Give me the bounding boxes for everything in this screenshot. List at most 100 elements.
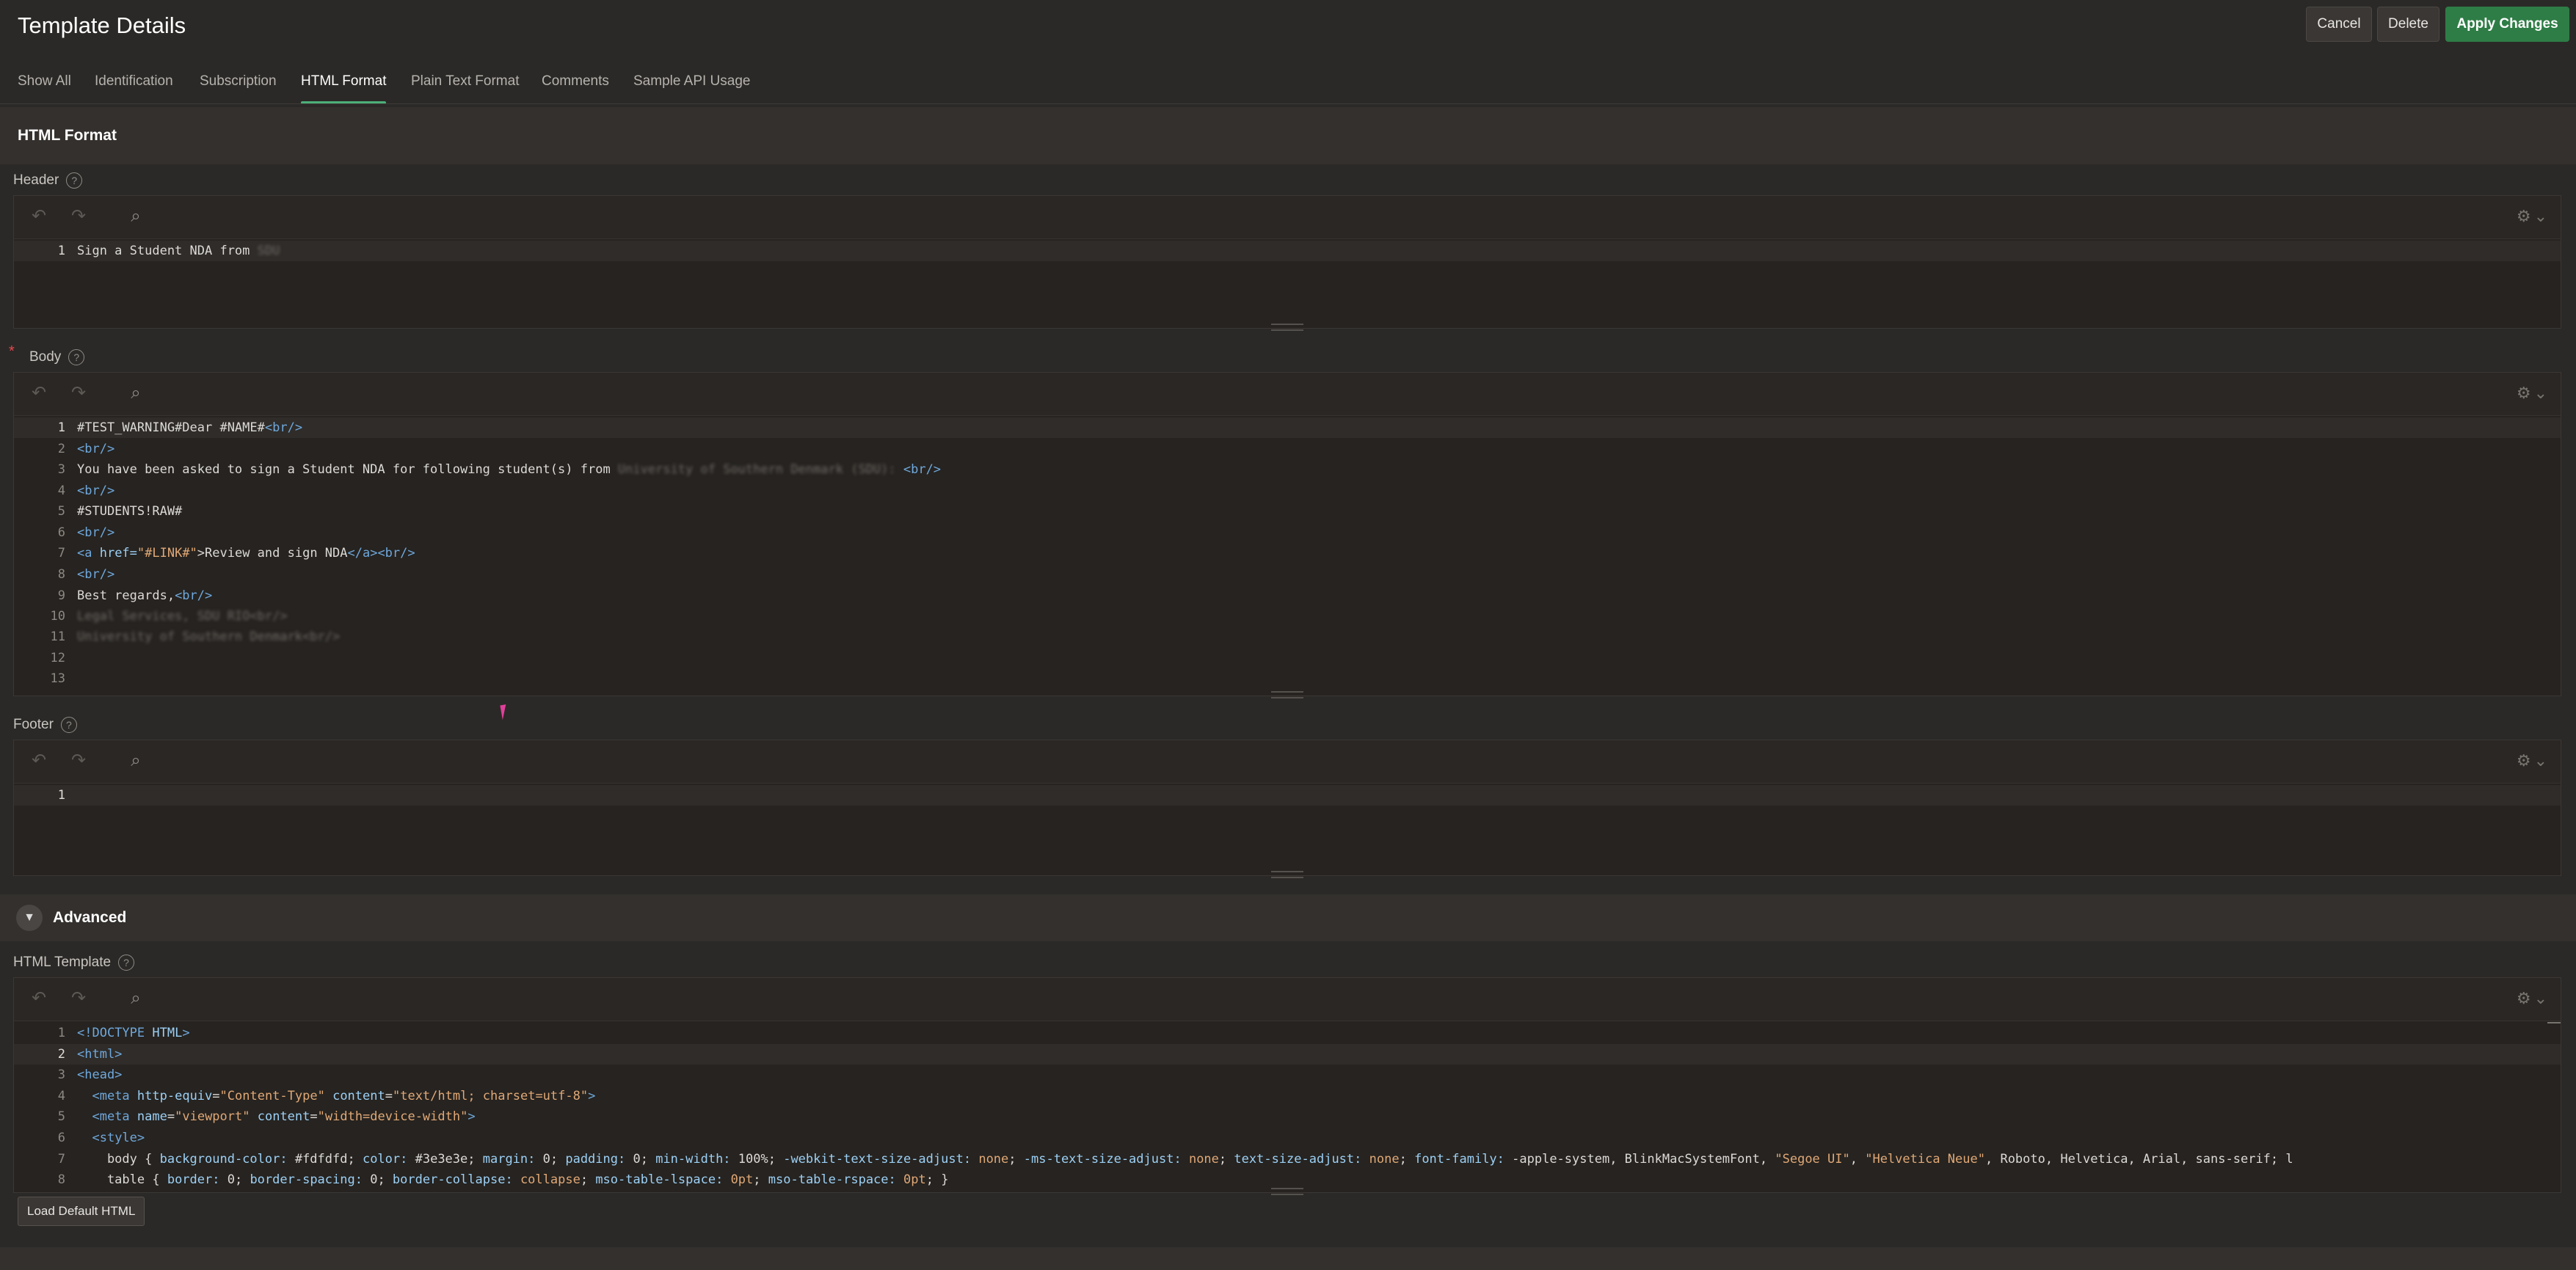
code-line: 1 <box>14 785 2561 806</box>
tab-bar: Show All Identification Subscription HTM… <box>0 69 2576 104</box>
code-line: 6 <br/> <box>14 522 2561 543</box>
tab-plain-text-format[interactable]: Plain Text Format <box>411 69 519 104</box>
line-number: 3 <box>57 1068 65 1083</box>
gear-icon: ⚙ <box>2516 207 2531 225</box>
code-line: 8 <br/> <box>14 564 2561 585</box>
body-label: * Body ? <box>9 343 85 368</box>
code-text: <!DOCTYPE HTML> <box>77 1026 190 1040</box>
settings-menu[interactable]: ⚙ ⌄ <box>2517 988 2547 1009</box>
page-title: Template Details <box>18 12 186 38</box>
code-text: table { border: 0; border-spacing: 0; bo… <box>77 1172 949 1188</box>
chevron-down-icon: ⌄ <box>2533 207 2547 225</box>
tab-subscription[interactable]: Subscription <box>200 69 277 104</box>
line-number: 5 <box>57 1109 65 1125</box>
resize-handle[interactable] <box>1271 1188 1303 1195</box>
code-text: #STUDENTS!RAW# <box>77 504 183 519</box>
code-text: <br/> <box>77 567 115 582</box>
code-line: 5 <meta name="viewport" content="width=d… <box>14 1106 2561 1127</box>
load-default-html-button[interactable]: Load Default HTML <box>18 1197 145 1226</box>
cancel-button[interactable]: Cancel <box>2306 7 2372 42</box>
code-line: 1 Sign a Student NDA from SDU <box>14 241 2561 261</box>
code-text: Sign a Student NDA from SDU <box>77 244 280 258</box>
mouse-cursor-icon <box>500 703 514 720</box>
resize-handle[interactable] <box>1271 691 1303 698</box>
body-label-text: Body <box>29 349 62 365</box>
line-number: 1 <box>57 1026 65 1040</box>
code-text: Legal Services, SDU RIO<br/> <box>77 609 288 624</box>
undo-icon[interactable]: ↶ <box>29 751 49 771</box>
search-icon[interactable]: ⌕ <box>125 751 146 771</box>
chevron-down-icon: ⌄ <box>2533 989 2547 1007</box>
help-icon[interactable]: ? <box>66 172 83 189</box>
undo-icon[interactable]: ↶ <box>29 206 49 227</box>
search-icon[interactable]: ⌕ <box>125 206 146 227</box>
line-number: 11 <box>50 629 65 644</box>
line-number: 2 <box>57 442 65 456</box>
line-number: 12 <box>50 651 65 665</box>
search-icon[interactable]: ⌕ <box>125 383 146 404</box>
redo-icon[interactable]: ↷ <box>68 383 89 404</box>
code-line: 7 <a href="#LINK#">Review and sign NDA</… <box>14 543 2561 563</box>
tab-sample-api-usage[interactable]: Sample API Usage <box>633 69 750 104</box>
body-editor[interactable]: ↶ ↷ ⌕ ⚙ ⌄ 1 #TEST_WARNING#Dear #NAME#<br/… <box>13 372 2561 698</box>
settings-menu[interactable]: ⚙ ⌄ <box>2517 383 2547 404</box>
code-text: <br/> <box>77 483 115 498</box>
help-icon[interactable]: ? <box>68 349 85 365</box>
code-line: 10 Legal Services, SDU RIO<br/> <box>14 606 2561 627</box>
code-text: body { background-color: #fdfdfd; color:… <box>77 1151 2293 1167</box>
settings-menu[interactable]: ⚙ ⌄ <box>2517 206 2547 227</box>
apply-changes-button[interactable]: Apply Changes <box>2445 7 2569 42</box>
redo-icon[interactable]: ↷ <box>68 988 89 1009</box>
help-icon[interactable]: ? <box>60 717 77 733</box>
help-icon[interactable]: ? <box>118 955 135 971</box>
code-text: You have been asked to sign a Student ND… <box>77 462 942 477</box>
line-number: 8 <box>57 1172 65 1188</box>
code-line: 4 <meta http-equiv="Content-Type" conten… <box>14 1086 2561 1106</box>
tab-comments[interactable]: Comments <box>542 69 609 104</box>
tab-show-all[interactable]: Show All <box>18 69 71 104</box>
code-line: 12 <box>14 648 2561 668</box>
footer-editor[interactable]: ↶ ↷ ⌕ ⚙ ⌄ 1 <box>13 740 2561 878</box>
chevron-down-icon: ⌄ <box>2533 751 2547 770</box>
code-line: 11 University of Southern Denmark<br/> <box>14 627 2561 647</box>
code-line: 4 <br/> <box>14 481 2561 501</box>
tab-identification[interactable]: Identification <box>95 69 173 104</box>
search-icon[interactable]: ⌕ <box>125 988 146 1009</box>
line-number: 5 <box>57 504 65 519</box>
resize-handle[interactable] <box>1271 324 1303 331</box>
gear-icon: ⚙ <box>2516 384 2531 402</box>
code-text: <a href="#LINK#">Review and sign NDA</a>… <box>77 546 415 561</box>
editor-toolbar: ↶ ↷ ⌕ ⚙ ⌄ <box>14 978 2561 1021</box>
resize-handle[interactable] <box>1271 871 1303 878</box>
tab-divider <box>0 103 2576 104</box>
code-text: <meta name="viewport" content="width=dev… <box>92 1109 476 1125</box>
collapse-toggle-icon[interactable]: ▼ <box>16 905 43 931</box>
delete-button[interactable]: Delete <box>2377 7 2439 42</box>
redo-icon[interactable]: ↷ <box>68 206 89 227</box>
html-template-label-text: HTML Template <box>13 955 112 970</box>
header-editor[interactable]: ↶ ↷ ⌕ ⚙ ⌄ 1 Sign a Student NDA from SDU <box>13 195 2561 331</box>
tab-html-format[interactable]: HTML Format <box>301 69 387 104</box>
undo-icon[interactable]: ↶ <box>29 988 49 1009</box>
code-text: <html> <box>77 1046 123 1062</box>
html-template-editor[interactable]: ↶ ↷ ⌕ ⚙ ⌄ 1 <!DOCTYPE HTML> 2 <html> 3 <head> 4… <box>13 977 2561 1195</box>
top-bar: Template Details Cancel Delete Apply Cha… <box>0 0 2576 104</box>
header-label-text: Header <box>13 172 59 188</box>
undo-icon[interactable]: ↶ <box>29 383 49 404</box>
editor-toolbar: ↶ ↷ ⌕ ⚙ ⌄ <box>14 196 2561 239</box>
settings-menu[interactable]: ⚙ ⌄ <box>2517 751 2547 771</box>
code-line: 6 <style> <box>14 1128 2561 1148</box>
region-title: HTML Format <box>18 127 117 144</box>
footer-label-text: Footer <box>13 717 54 732</box>
line-number: 1 <box>57 420 65 435</box>
advanced-title: Advanced <box>53 909 127 926</box>
code-line: 9 Best regards,<br/> <box>14 585 2561 606</box>
line-number: 13 <box>50 671 65 686</box>
code-text: #TEST_WARNING#Dear #NAME#<br/> <box>77 420 303 435</box>
line-number: 4 <box>57 1088 65 1103</box>
line-number: 6 <box>57 1131 65 1145</box>
redo-icon[interactable]: ↷ <box>68 751 89 771</box>
code-text: <meta http-equiv="Content-Type" content=… <box>92 1088 596 1103</box>
code-line: 13 <box>14 668 2561 689</box>
code-text: <style> <box>92 1131 145 1145</box>
